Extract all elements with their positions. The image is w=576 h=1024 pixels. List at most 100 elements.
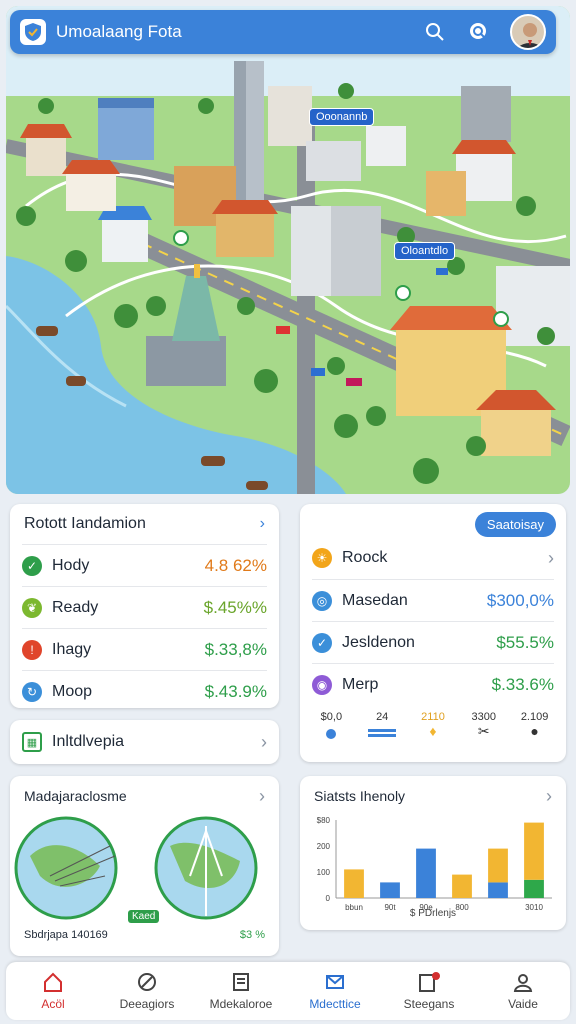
- row-label: Jesldenon: [342, 633, 415, 651]
- bar: [452, 874, 472, 898]
- list-item[interactable]: ✓ Hody 4.8 62%: [22, 544, 267, 586]
- user-icon: ●: [530, 723, 539, 739]
- nav-label: Mdekaloroe: [209, 997, 273, 1011]
- row-value: $.43.9%: [204, 681, 267, 701]
- mini-stat-value: 24: [376, 711, 389, 723]
- row-value: $.33,8%: [204, 639, 267, 659]
- row-label: Moop: [52, 682, 93, 700]
- city-map[interactable]: Ooonannb Oloantdlo: [6, 6, 570, 494]
- row-value: $.45%%: [203, 597, 267, 617]
- check-icon: ✓: [22, 555, 42, 576]
- chevron-right-icon[interactable]: ›: [261, 732, 267, 753]
- nav-label: Steegans: [403, 997, 455, 1011]
- row-label: Roock: [342, 549, 388, 566]
- dot-icon: [326, 729, 337, 739]
- map-card-header[interactable]: Madajaraclosme ›: [10, 776, 279, 816]
- list-item[interactable]: ◉ Merp $.33.6%: [312, 663, 554, 705]
- status-card-title: Rotott Iandamion: [24, 515, 146, 532]
- list-item[interactable]: ! Ihagy $.33,8%: [22, 628, 267, 670]
- bar: [524, 822, 544, 880]
- tool-icon: ✂: [477, 723, 490, 739]
- chart-legend: $ PDrlenjs: [409, 908, 457, 919]
- list-item[interactable]: ✓ Jesldenon $55.5%: [312, 621, 554, 663]
- map-tag[interactable]: Kaed: [128, 910, 160, 923]
- check-icon: ✓: [312, 632, 332, 653]
- status-card-header[interactable]: Rotott Iandamion ›: [10, 504, 279, 544]
- bar: [488, 848, 508, 883]
- mini-stat-value: 3300: [471, 711, 497, 723]
- user-photo-icon: [517, 23, 543, 48]
- alert-icon: !: [22, 639, 42, 660]
- compass-icon: ◉: [312, 674, 332, 695]
- stats-card-header[interactable]: Siatsts Ihenoly ›: [300, 776, 566, 816]
- map-footer-label: Sbdrjapa 140169: [24, 929, 108, 941]
- mini-stats: $0,0 24 2110 ♦ 3300 ✂ 2.109 ●: [300, 705, 566, 742]
- row-label: Ready: [52, 598, 99, 616]
- nav-item-home[interactable]: Acöl: [8, 971, 98, 1011]
- chevron-right-icon[interactable]: ›: [546, 786, 552, 807]
- map-card-title: Madajaraclosme: [24, 788, 127, 804]
- row-label: Merp: [342, 675, 379, 693]
- y-tick-label: $80: [317, 816, 331, 825]
- list-item[interactable]: ❦ Ready $.45%%: [22, 586, 267, 628]
- nav-item-mail[interactable]: Mdecttice: [290, 971, 380, 1011]
- mail-icon: [326, 975, 344, 989]
- app-logo[interactable]: [20, 19, 46, 45]
- insight-label: Inltdlvepia: [52, 733, 125, 750]
- home-icon: [44, 972, 62, 992]
- search-icon[interactable]: [420, 17, 450, 47]
- stats-card-title: Siatsts Ihenoly: [314, 788, 406, 804]
- leaf-icon: ❦: [22, 597, 42, 618]
- map-label-2[interactable]: Oloantdlo: [394, 242, 456, 260]
- key-icon: ♦: [429, 723, 437, 739]
- nav-label: Deeagiors: [119, 997, 175, 1011]
- y-tick-label: 200: [317, 842, 331, 851]
- row-value: $300,0%: [486, 590, 554, 610]
- bar: [488, 882, 508, 898]
- refresh-icon: ↻: [22, 681, 42, 702]
- chevron-right-icon[interactable]: ›: [548, 548, 554, 569]
- nav-item-clipboard[interactable]: Steegans: [384, 971, 474, 1011]
- chevron-right-icon[interactable]: ›: [259, 786, 265, 807]
- globe-maps[interactable]: [10, 816, 279, 920]
- avatar[interactable]: [510, 14, 546, 50]
- status-card: Rotott Iandamion › ✓ Hody 4.8 62% ❦ Read…: [10, 504, 279, 708]
- bar: [344, 869, 364, 898]
- app-title: Umoalaang Fota: [56, 22, 182, 41]
- document-icon: [233, 973, 249, 991]
- clipboard-icon: [419, 972, 440, 992]
- chevron-right-icon[interactable]: ›: [260, 515, 265, 533]
- nav-item-block[interactable]: Deeagiors: [102, 971, 192, 1011]
- mini-stat-value: $0,0: [320, 711, 343, 723]
- y-tick-label: 100: [317, 868, 331, 877]
- nav-label: Mdecttice: [309, 997, 361, 1011]
- block-icon: [138, 973, 156, 991]
- chart-box-icon: ▦: [22, 732, 42, 752]
- mini-stat[interactable]: 3300 ✂: [459, 711, 509, 742]
- list-item[interactable]: ☀ Roock ›: [312, 537, 554, 579]
- list-item[interactable]: ↻ Moop $.43.9%: [22, 670, 267, 712]
- nav-item-user[interactable]: Vaide: [478, 971, 568, 1011]
- mini-stat-value: 2.109: [520, 711, 549, 723]
- mini-stat[interactable]: 2110 ♦: [408, 711, 458, 742]
- mini-stat[interactable]: 2.109 ●: [510, 711, 560, 742]
- row-value: $55.5%: [496, 632, 554, 652]
- list-item[interactable]: ◎ Masedan $300,0%: [312, 579, 554, 621]
- bar: [524, 879, 544, 898]
- mini-stat[interactable]: 24: [357, 711, 407, 742]
- status-badge[interactable]: Saatoisay: [474, 512, 556, 537]
- row-label: Hody: [52, 556, 90, 574]
- shield-logo-icon: [25, 23, 41, 41]
- mini-stat[interactable]: $0,0: [306, 711, 356, 742]
- user-icon: [513, 974, 533, 992]
- bottom-nav: Acöl Deeagiors Mdekaloroe Mdecttice Stee…: [6, 962, 570, 1020]
- y-tick-label: 0: [326, 894, 331, 903]
- nav-label: Vaide: [508, 997, 538, 1011]
- map-label-1[interactable]: Ooonannb: [309, 108, 375, 126]
- map-card: Madajaraclosme › Kaed Sbdrjapa 140169 $3…: [10, 776, 279, 956]
- chat-search-icon[interactable]: [464, 17, 494, 47]
- map-footer-value: $3 %: [239, 929, 265, 941]
- nav-item-document[interactable]: Mdekaloroe: [196, 971, 286, 1011]
- row-value: 4.8 62%: [204, 555, 267, 575]
- insight-row[interactable]: ▦ Inltdlvepia ›: [10, 720, 279, 764]
